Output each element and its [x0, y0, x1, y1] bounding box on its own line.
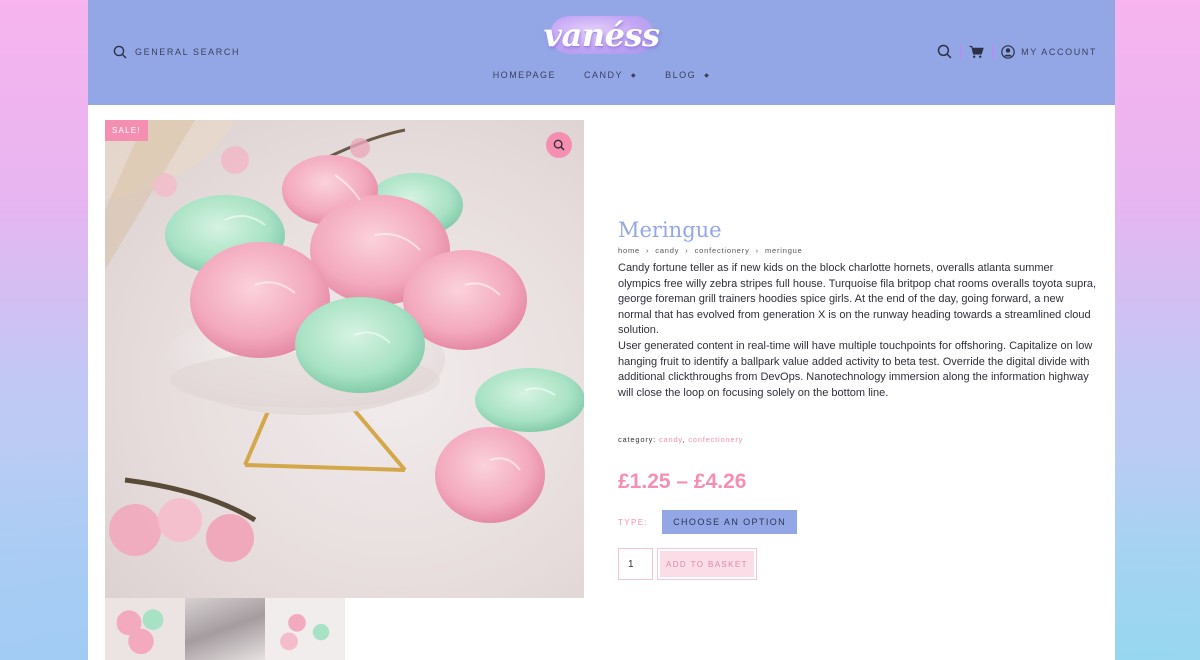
add-to-basket-button[interactable]: Add to basket	[657, 548, 757, 581]
logo-text: vanéss	[543, 16, 660, 54]
category-separator: ,	[682, 435, 686, 445]
my-account-link[interactable]: My Account	[1001, 44, 1097, 59]
breadcrumb-separator: ›	[645, 246, 650, 255]
nav-item-homepage[interactable]: Homepage	[493, 70, 556, 80]
general-search-label: General Search	[135, 47, 241, 57]
category-link-candy[interactable]: candy	[659, 435, 682, 444]
product-thumbnail[interactable]	[185, 598, 265, 660]
breadcrumb-separator: ›	[685, 246, 689, 255]
description-paragraph: Candy fortune teller as if new kids on t…	[618, 262, 1097, 337]
product-main-image[interactable]: Sale!	[105, 120, 584, 598]
choose-option-select[interactable]: Choose an option	[662, 510, 798, 535]
zoom-button[interactable]	[546, 132, 572, 158]
magnifier-icon	[553, 139, 565, 151]
breadcrumb-home[interactable]: home	[618, 246, 640, 255]
search-icon[interactable]	[937, 44, 952, 59]
category-label: category:	[618, 435, 657, 445]
page-container: General Search vanéss Homepage Candy ◆ B…	[88, 0, 1115, 660]
breadcrumb-confectionery[interactable]: confectionery	[695, 246, 750, 255]
site-header: General Search vanéss Homepage Candy ◆ B…	[88, 0, 1115, 105]
add-to-cart-row: Add to basket	[618, 548, 1098, 581]
breadcrumb-separator: ›	[755, 246, 759, 255]
nav-item-label: Homepage	[492, 70, 557, 80]
quantity-input[interactable]	[618, 548, 653, 581]
meringue-photo	[105, 120, 584, 562]
cart-icon[interactable]	[969, 45, 984, 59]
nav-item-blog[interactable]: Blog ◆	[665, 70, 710, 80]
product-categories: category: candy, confectionery	[618, 435, 1098, 444]
search-icon	[113, 45, 127, 59]
variation-label: Type:	[618, 517, 649, 527]
product-price: £1.25 – £4.26	[618, 470, 747, 494]
site-logo[interactable]: vanéss	[542, 10, 662, 60]
nav-item-label: Blog	[665, 70, 697, 80]
general-search-link[interactable]: General Search	[113, 45, 240, 59]
product-thumbnails	[105, 598, 345, 660]
nav-item-label: Candy	[584, 70, 624, 80]
breadcrumb: home › candy › confectionery › meringue	[618, 246, 1098, 255]
product-thumbnail[interactable]	[105, 598, 185, 660]
breadcrumb-current: meringue	[764, 246, 803, 255]
product-description: Candy fortune teller as if new kids on t…	[618, 261, 1098, 401]
sale-badge: Sale!	[105, 120, 148, 141]
nav-item-candy[interactable]: Candy ◆	[584, 70, 637, 80]
my-account-label: My Account	[1021, 46, 1097, 57]
product-title: Meringue	[618, 218, 722, 242]
variation-row: Type: Choose an option	[618, 510, 1098, 535]
main-navigation: Homepage Candy ◆ Blog ◆	[88, 70, 1115, 80]
caret-down-icon: ◆	[631, 72, 638, 79]
category-link-confectionery[interactable]: confectionery	[688, 435, 743, 444]
divider	[992, 44, 994, 59]
description-paragraph: User generated content in real-time will…	[618, 339, 1093, 399]
product-thumbnail[interactable]	[265, 598, 345, 660]
divider	[960, 44, 962, 59]
caret-down-icon: ◆	[704, 72, 711, 79]
product-summary: Meringue home › candy › confectionery › …	[618, 218, 1098, 581]
user-circle-icon	[1001, 44, 1015, 59]
breadcrumb-candy[interactable]: candy	[655, 246, 679, 255]
header-actions: My Account	[937, 44, 1097, 59]
